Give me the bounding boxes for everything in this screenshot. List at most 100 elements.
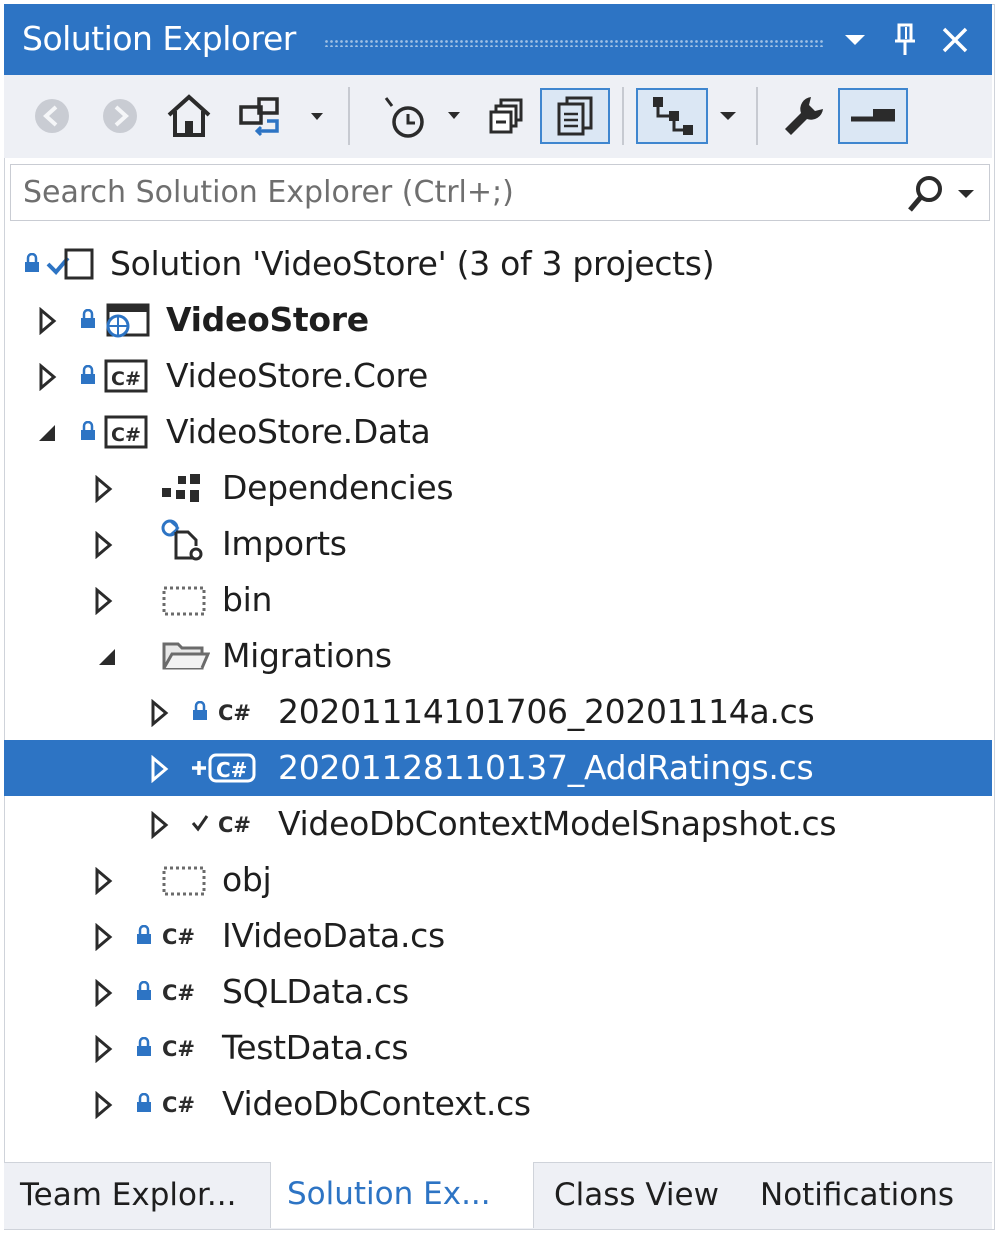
lock-icon xyxy=(136,924,152,949)
tree-item-file[interactable]: C# 20201114101706_20201114a.cs xyxy=(4,684,992,740)
tree-item-imports[interactable]: Imports xyxy=(4,516,992,572)
imports-icon xyxy=(158,519,208,561)
csharp-file-icon: C# xyxy=(160,918,204,954)
expand-arrow-icon[interactable] xyxy=(90,922,116,952)
svg-text:C#: C# xyxy=(111,368,141,390)
tree-item-migrations[interactable]: Migrations xyxy=(4,628,992,684)
tree-item-obj[interactable]: obj xyxy=(4,852,992,908)
web-project-icon xyxy=(100,302,152,338)
tool-window-tabs: Team Explor... Solution Ex... Class View… xyxy=(4,1162,992,1229)
tree-item-label: Migrations xyxy=(222,636,392,675)
search-box xyxy=(10,164,990,221)
tab-team-explorer[interactable]: Team Explor... xyxy=(4,1163,266,1227)
svg-text:C#: C# xyxy=(162,1037,195,1061)
pending-changes-filter-icon[interactable] xyxy=(376,88,470,144)
expand-arrow-icon[interactable] xyxy=(146,698,172,728)
toolbar xyxy=(4,75,992,158)
close-icon[interactable] xyxy=(936,20,974,60)
lock-icon xyxy=(80,420,96,445)
toolbar-separator xyxy=(756,87,758,145)
search-input[interactable] xyxy=(23,173,883,211)
tree-item-label: VideoStore.Data xyxy=(166,412,431,451)
tree-item-label: Solution 'VideoStore' (3 of 3 projects) xyxy=(110,244,715,283)
lock-icon xyxy=(192,700,208,725)
csharp-file-icon: C# xyxy=(160,1086,204,1122)
toolbar-separator xyxy=(348,87,350,145)
svg-text:C#: C# xyxy=(218,813,251,837)
tab-label: Class View xyxy=(554,1177,719,1213)
title-bar-grip[interactable] xyxy=(324,39,824,47)
tab-label: Notifications xyxy=(760,1177,955,1213)
tree-item-dependencies[interactable]: Dependencies xyxy=(4,460,992,516)
tree-item-file[interactable]: C# VideoDbContextModelSnapshot.cs xyxy=(4,796,992,852)
expand-arrow-icon[interactable] xyxy=(90,586,116,616)
svg-text:C#: C# xyxy=(162,925,195,949)
tree-item-label: IVideoData.cs xyxy=(222,916,445,955)
tree-item-file[interactable]: C# IVideoData.cs xyxy=(4,908,992,964)
toolbar-separator xyxy=(622,87,624,145)
svg-text:C#: C# xyxy=(216,758,247,782)
title-bar: Solution Explorer xyxy=(4,4,992,75)
expand-arrow-icon[interactable] xyxy=(146,754,172,784)
csharp-project-icon: C# xyxy=(102,414,150,450)
svg-text:C#: C# xyxy=(162,1093,195,1117)
search-options-dropdown-icon[interactable] xyxy=(956,185,978,201)
expand-arrow-icon[interactable] xyxy=(146,810,172,840)
expand-arrow-icon[interactable] xyxy=(90,1090,116,1120)
tree-item-label: 20201114101706_20201114a.cs xyxy=(278,692,815,731)
collapse-arrow-icon[interactable] xyxy=(94,642,120,672)
added-csharp-file-icon: C# xyxy=(188,750,260,786)
collapse-arrow-icon[interactable] xyxy=(34,418,60,448)
home-icon[interactable] xyxy=(162,88,216,144)
tree-item-file-selected[interactable]: C# 20201128110137_AddRatings.cs xyxy=(4,740,992,796)
window-position-dropdown-icon[interactable] xyxy=(836,20,874,60)
csharp-file-icon: C# xyxy=(160,1030,204,1066)
expand-arrow-icon[interactable] xyxy=(90,530,116,560)
svg-text:C#: C# xyxy=(162,981,195,1005)
expand-arrow-icon[interactable] xyxy=(90,978,116,1008)
auto-hide-pin-icon[interactable] xyxy=(886,20,924,60)
switch-views-icon[interactable] xyxy=(234,88,330,144)
collapse-all-icon[interactable] xyxy=(484,88,530,144)
sync-dropdown-icon[interactable] xyxy=(708,88,748,144)
tree-item-bin[interactable]: bin xyxy=(4,572,992,628)
hidden-folder-icon xyxy=(160,862,208,898)
expand-arrow-icon[interactable] xyxy=(90,1034,116,1064)
expand-arrow-icon[interactable] xyxy=(90,866,116,896)
tree-item-file[interactable]: C# TestData.cs xyxy=(4,1020,992,1076)
tree-item-project-videostore[interactable]: VideoStore xyxy=(4,292,992,348)
back-icon[interactable] xyxy=(30,88,74,144)
tab-notifications[interactable]: Notifications xyxy=(744,1163,984,1227)
lock-icon xyxy=(136,1036,152,1061)
tree-item-file[interactable]: C# VideoDbContext.cs xyxy=(4,1076,992,1132)
tree-item-label: VideoDbContextModelSnapshot.cs xyxy=(278,804,837,843)
tree-item-project-videostore-data[interactable]: C# VideoStore.Data xyxy=(4,404,992,460)
sync-with-active-document-icon[interactable] xyxy=(636,88,708,144)
hidden-folder-icon xyxy=(160,582,208,618)
preview-selected-items-icon[interactable] xyxy=(838,88,908,144)
csharp-file-icon: C# xyxy=(216,806,260,842)
show-all-files-icon[interactable] xyxy=(540,88,610,144)
csharp-file-icon: C# xyxy=(216,694,260,730)
search-icon[interactable] xyxy=(906,174,946,214)
forward-icon[interactable] xyxy=(98,88,142,144)
tree-item-project-videostore-core[interactable]: C# VideoStore.Core xyxy=(4,348,992,404)
csharp-project-icon: C# xyxy=(102,358,150,394)
tree-item-label: bin xyxy=(222,580,273,619)
expand-arrow-icon[interactable] xyxy=(34,362,60,392)
lock-icon xyxy=(136,980,152,1005)
tab-solution-explorer[interactable]: Solution Ex... xyxy=(270,1162,534,1228)
svg-text:C#: C# xyxy=(218,701,251,725)
tab-class-view[interactable]: Class View xyxy=(538,1163,738,1227)
expand-arrow-icon[interactable] xyxy=(90,474,116,504)
lock-icon xyxy=(24,252,40,277)
properties-icon[interactable] xyxy=(774,88,834,144)
tree-item-file[interactable]: C# SQLData.cs xyxy=(4,964,992,1020)
tree-item-label: VideoStore.Core xyxy=(166,356,429,395)
tree-item-label: 20201128110137_AddRatings.cs xyxy=(278,748,814,787)
tree-item-solution[interactable]: Solution 'VideoStore' (3 of 3 projects) xyxy=(4,236,992,292)
expand-arrow-icon[interactable] xyxy=(34,306,60,336)
lock-icon xyxy=(136,1092,152,1117)
checked-in-icon xyxy=(190,813,210,837)
tree-item-label: VideoDbContext.cs xyxy=(222,1084,531,1123)
